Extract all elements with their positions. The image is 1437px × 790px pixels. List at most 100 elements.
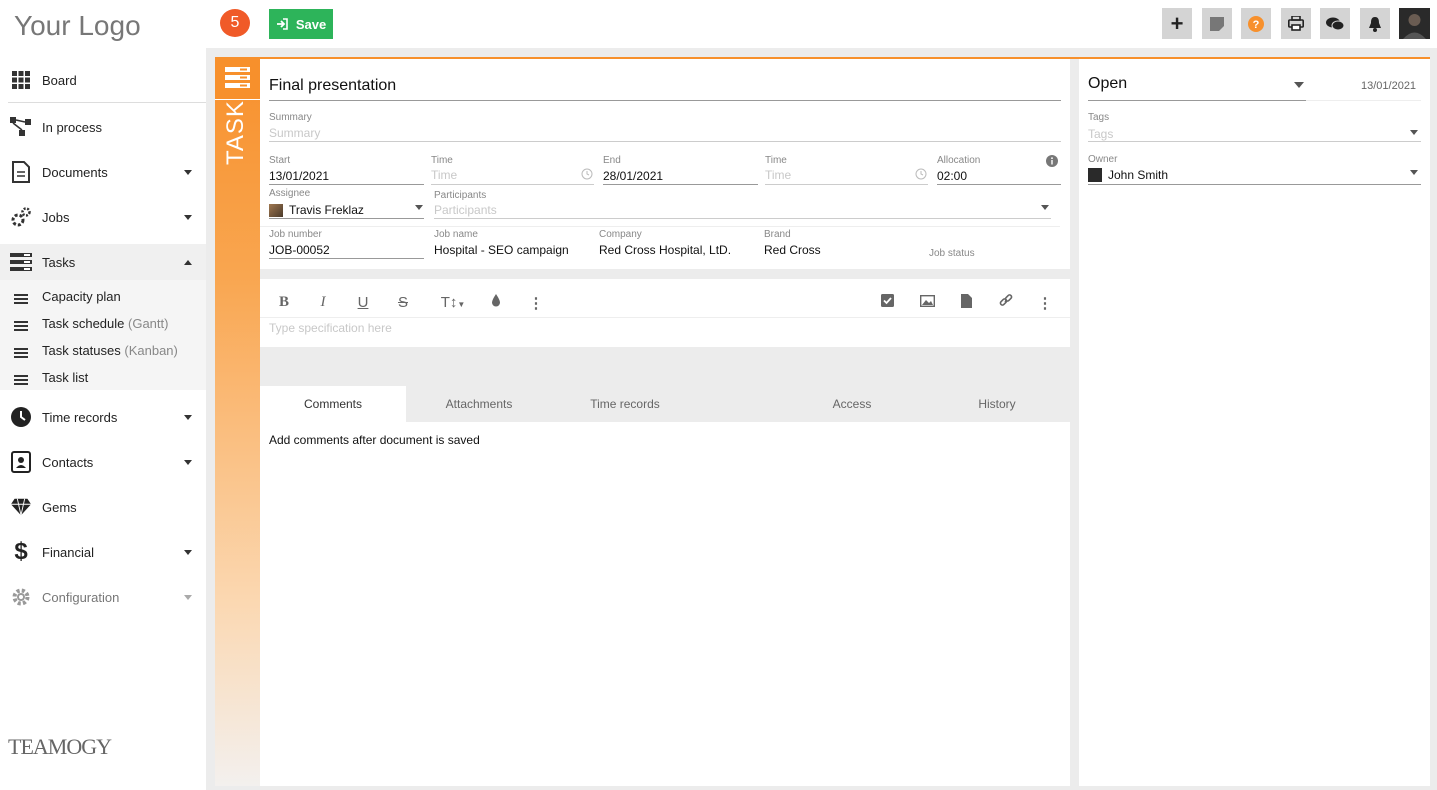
participants-input[interactable]: Participants [434, 203, 497, 217]
text-size-icon[interactable]: T↕▼ [437, 294, 469, 311]
start-time-underline [431, 184, 594, 185]
end-label: End [603, 155, 621, 166]
title-input[interactable]: Final presentation [269, 77, 396, 95]
task-type-icon-box [215, 58, 260, 100]
more-vertical-icon[interactable]: ⋮ [526, 294, 546, 312]
chevron-down-icon[interactable] [415, 205, 423, 210]
start-time-input[interactable]: Time [431, 168, 457, 182]
sidebar-item-tasks[interactable]: Tasks [0, 244, 206, 280]
notifications-button[interactable] [1360, 8, 1390, 39]
sidebar-subitem-task-statuses[interactable]: Task statuses (Kanban) [0, 337, 206, 364]
owner-label: Owner [1088, 154, 1118, 165]
subitem-suffix: (Gantt) [128, 316, 169, 331]
chevron-down-icon[interactable] [184, 414, 192, 420]
strikethrough-icon[interactable]: S [393, 294, 413, 311]
file-icon[interactable] [956, 294, 976, 312]
tags-underline [1088, 141, 1421, 142]
end-time-input[interactable]: Time [765, 168, 791, 182]
job-number-label: Job number [269, 229, 322, 240]
allocation-input[interactable]: 02:00 [937, 169, 967, 183]
status-select[interactable]: Open [1088, 75, 1127, 93]
sidebar-item-documents[interactable]: Documents [0, 158, 206, 186]
sidebar-item-label: Documents [42, 164, 108, 180]
sidebar-item-time-records[interactable]: Time records [0, 403, 206, 431]
chevron-down-icon[interactable] [184, 169, 192, 175]
bold-icon[interactable]: B [274, 294, 294, 311]
user-avatar[interactable] [1399, 8, 1430, 39]
job-number-input[interactable]: JOB-00052 [269, 243, 330, 257]
add-button[interactable]: + [1162, 8, 1192, 39]
summary-input[interactable]: Summary [269, 126, 320, 140]
list-icon [14, 292, 28, 307]
clock-icon [915, 168, 927, 180]
note-button[interactable] [1202, 8, 1232, 39]
start-underline [269, 184, 424, 185]
chevron-up-icon[interactable] [184, 259, 192, 265]
chat-button[interactable] [1320, 8, 1350, 39]
help-button[interactable]: ? [1241, 8, 1271, 39]
sidebar-item-gems[interactable]: Gems [0, 493, 206, 521]
chevron-down-icon[interactable] [184, 549, 192, 555]
end-time-underline [765, 184, 928, 185]
chevron-down-icon[interactable] [184, 594, 192, 600]
owner-select[interactable]: John Smith [1108, 168, 1168, 182]
sidebar-item-label: Contacts [42, 454, 94, 470]
gear-icon [10, 586, 32, 608]
sidebar-item-board[interactable]: Board [0, 66, 206, 94]
sidebar-subitem-task-schedule[interactable]: Task schedule (Gantt) [0, 310, 206, 337]
save-button[interactable]: Save [269, 9, 333, 39]
document-type-stripe [215, 58, 260, 786]
tab-access[interactable]: Access [779, 386, 925, 422]
specification-input[interactable]: Type specification here [269, 321, 392, 335]
tab-time-records[interactable]: Time records [552, 386, 698, 422]
dollar-icon: $ [14, 538, 28, 565]
sidebar-subitem-task-list[interactable]: Task list [0, 364, 206, 391]
tab-history[interactable]: History [924, 386, 1070, 422]
grid-icon [10, 69, 32, 91]
chevron-down-icon[interactable] [184, 214, 192, 220]
underline-icon[interactable]: U [353, 294, 373, 311]
chevron-down-icon[interactable] [1410, 170, 1418, 175]
svg-text:?: ? [1253, 19, 1260, 31]
assignee-select[interactable]: Travis Freklaz [289, 203, 364, 217]
chevron-down-icon[interactable] [184, 459, 192, 465]
info-icon[interactable] [1046, 155, 1058, 167]
participants-underline [434, 218, 1051, 219]
gem-icon [10, 496, 32, 518]
divider [260, 226, 1060, 227]
sidebar-item-contacts[interactable]: Contacts [0, 448, 206, 476]
chevron-down-icon[interactable] [1041, 205, 1049, 210]
sidebar-item-in-process[interactable]: In process [0, 113, 206, 141]
link-icon[interactable] [996, 294, 1016, 312]
tags-input[interactable]: Tags [1088, 127, 1113, 141]
save-label: Save [295, 16, 327, 32]
more-vertical-icon[interactable]: ⋮ [1035, 294, 1055, 312]
chevron-down-icon[interactable] [1410, 130, 1418, 135]
image-icon[interactable] [917, 294, 937, 311]
tab-attachments[interactable]: Attachments [406, 386, 552, 422]
color-drop-icon[interactable] [486, 294, 506, 311]
notification-badge[interactable]: 5 [220, 9, 250, 37]
subitem-suffix: (Kanban) [124, 343, 178, 358]
document-type-label: TASK [222, 100, 249, 165]
sidebar-item-configuration[interactable]: Configuration [0, 583, 206, 611]
sidebar-item-jobs[interactable]: Jobs [0, 203, 206, 231]
checkbox-icon[interactable] [877, 294, 897, 311]
end-date-input[interactable]: 28/01/2021 [603, 169, 663, 183]
print-button[interactable] [1281, 8, 1311, 39]
document-icon [10, 161, 32, 183]
print-icon [1288, 16, 1304, 31]
brand-value: Red Cross [764, 243, 821, 257]
start-date-input[interactable]: 13/01/2021 [269, 169, 329, 183]
sticky-note-icon [1210, 16, 1224, 31]
sidebar-subitem-capacity-plan[interactable]: Capacity plan [0, 283, 206, 310]
list-icon [14, 373, 28, 388]
assignee-label: Assignee [269, 188, 311, 199]
chevron-down-icon[interactable] [1294, 82, 1304, 88]
sidebar-item-financial[interactable]: $ Financial [0, 538, 206, 566]
tab-comments[interactable]: Comments [260, 386, 406, 422]
specification-editor [260, 279, 1070, 347]
sidebar-item-label: Time records [42, 409, 118, 425]
brand-logo: TEAMOGY [8, 734, 112, 759]
italic-icon[interactable]: I [313, 294, 333, 311]
